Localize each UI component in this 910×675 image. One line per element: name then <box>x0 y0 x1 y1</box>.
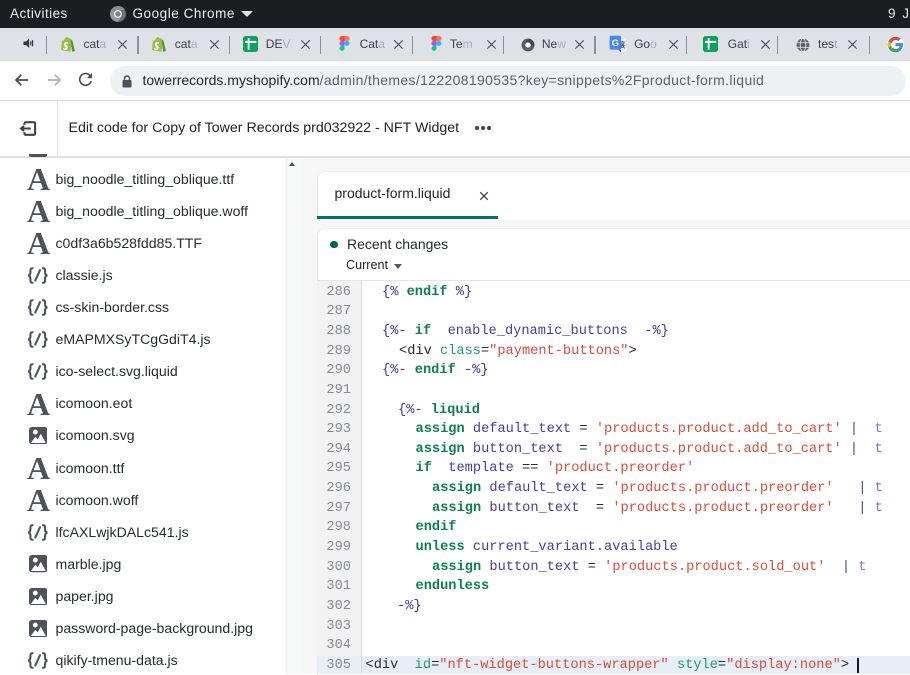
svg-text:G: G <box>611 38 618 49</box>
